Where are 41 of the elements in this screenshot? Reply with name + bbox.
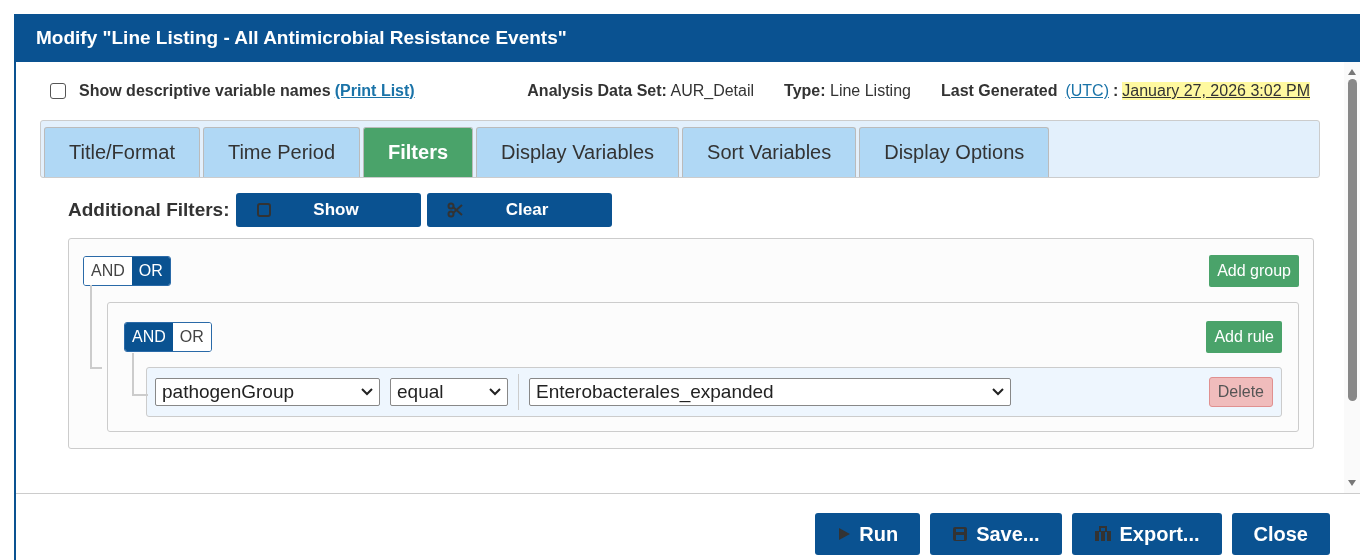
- dropdown-caret-icon: [992, 388, 1004, 396]
- delete-button[interactable]: Delete: [1208, 377, 1273, 407]
- briefcase-icon: [1093, 526, 1112, 542]
- operator-select[interactable]: equal: [390, 378, 508, 406]
- checkbox[interactable]: [50, 83, 66, 99]
- clear-button[interactable]: Clear: [426, 193, 612, 227]
- separator: :: [1113, 82, 1119, 100]
- condition-button[interactable]: AND: [125, 323, 173, 351]
- note-icon: [255, 202, 272, 218]
- scrollbar-thumb[interactable]: [1347, 79, 1357, 401]
- dropdown-caret-icon: [489, 388, 501, 396]
- info-label: Last Generated: [940, 82, 1058, 100]
- tab[interactable]: Time Period: [202, 127, 360, 177]
- scroll-up-arrow-icon[interactable]: [1347, 68, 1357, 76]
- checkbox-label: Show descriptive variable names: [79, 82, 331, 100]
- tab[interactable]: Sort Variables: [682, 127, 857, 177]
- run-button[interactable]: Run: [815, 513, 921, 555]
- info-label: Analysis Data Set:: [527, 82, 667, 99]
- scroll-down-arrow-icon[interactable]: [1347, 479, 1357, 487]
- last-generated-date-link[interactable]: January 27, 2026 3:02 PM: [1122, 82, 1310, 100]
- additional-filters-label: Additional Filters:: [68, 199, 230, 221]
- utc-link[interactable]: (UTC): [1065, 82, 1109, 100]
- info-label: Type:: [784, 82, 826, 99]
- export-button[interactable]: Export...: [1071, 513, 1222, 555]
- close-button[interactable]: Close: [1231, 513, 1330, 555]
- dropdown-caret-icon: [361, 388, 373, 396]
- value-select[interactable]: Enterobacterales_expanded: [529, 378, 1011, 406]
- scissors-icon: [446, 202, 463, 218]
- info-value: Line Listing: [830, 82, 911, 99]
- dialog-title: Modify "Line Listing - All Antimicrobial Resistance Events": [36, 27, 567, 49]
- tab[interactable]: Display Variables: [476, 127, 680, 177]
- field-select[interactable]: pathogenGroup: [155, 378, 380, 406]
- save-button[interactable]: Save...: [930, 513, 1062, 555]
- tab[interactable]: Display Options: [859, 127, 1050, 177]
- scrollbar[interactable]: [1344, 62, 1360, 493]
- play-icon: [837, 527, 852, 541]
- print-list-link[interactable]: (Print List): [334, 82, 415, 100]
- info-value: AUR_Detail: [670, 82, 755, 99]
- tab[interactable]: Title/Format: [44, 127, 200, 177]
- condition-button[interactable]: OR: [131, 257, 170, 285]
- show-button[interactable]: Show: [235, 193, 421, 227]
